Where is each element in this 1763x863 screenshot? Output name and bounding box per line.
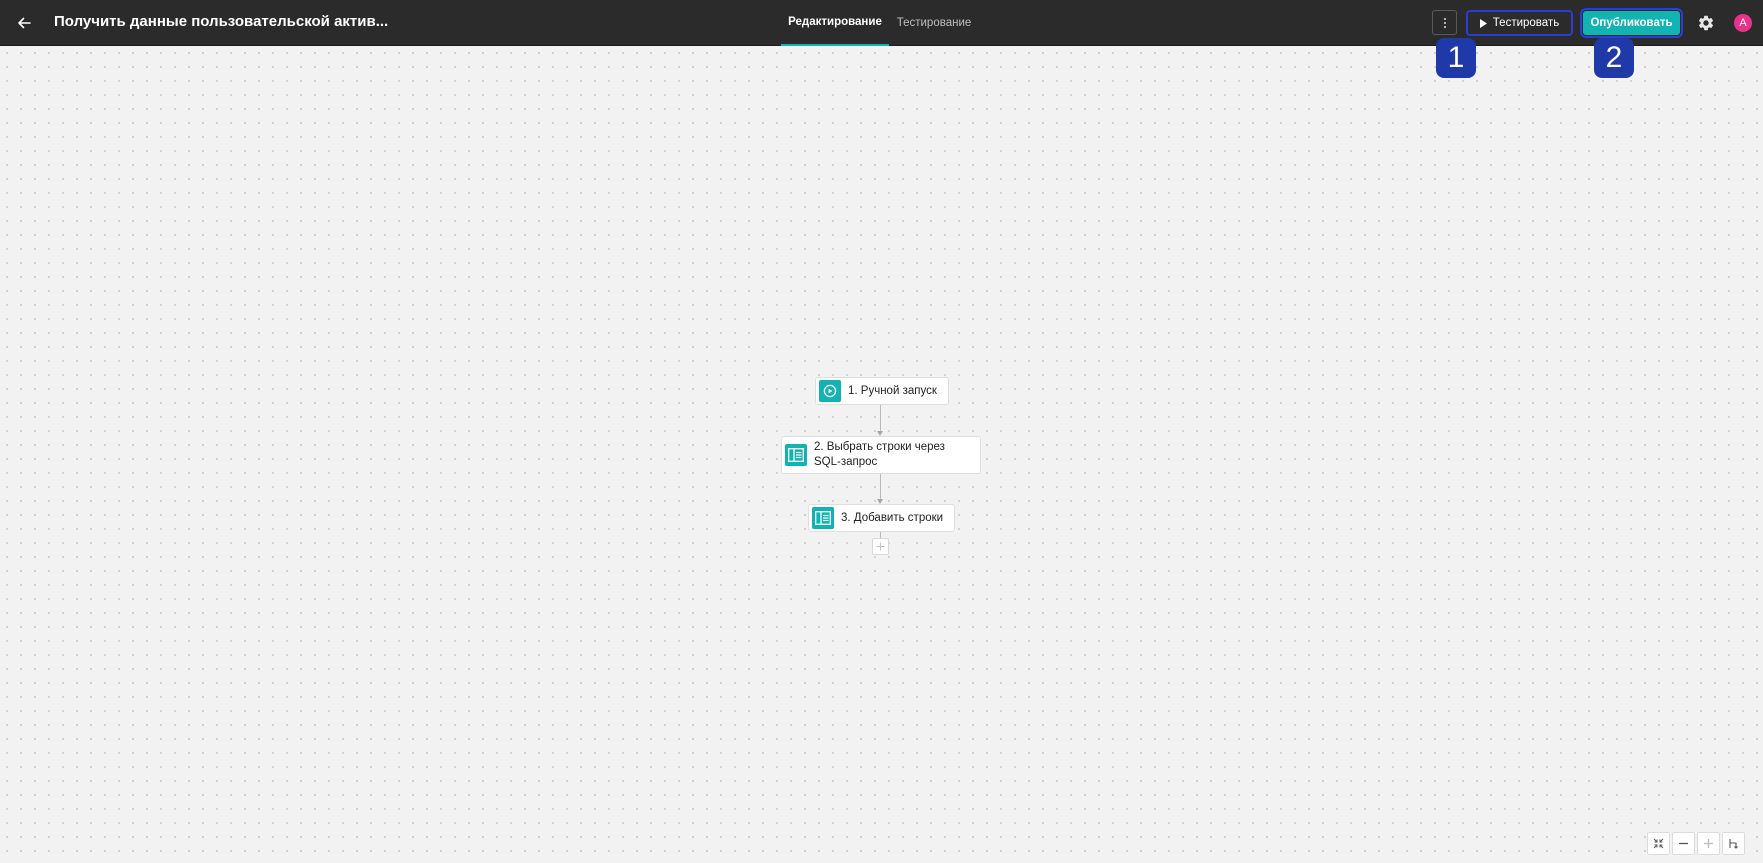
play-circle-icon bbox=[819, 380, 841, 402]
table-icon bbox=[785, 444, 807, 466]
node-label: 3. Добавить строки bbox=[841, 511, 944, 524]
connector-line bbox=[880, 405, 881, 432]
workflow-node-manual-trigger[interactable]: 1. Ручной запуск bbox=[815, 377, 949, 405]
tab-testing[interactable]: Тестирование bbox=[892, 0, 976, 46]
fit-view-icon bbox=[1653, 838, 1664, 849]
test-button-label: Тестировать bbox=[1492, 17, 1560, 29]
zoom-controls bbox=[1647, 832, 1745, 855]
add-step-button[interactable] bbox=[872, 538, 889, 555]
workflow-node-add-rows[interactable]: 3. Добавить строки bbox=[808, 504, 955, 532]
arrow-left-icon bbox=[18, 17, 31, 29]
zoom-out-icon bbox=[1679, 842, 1688, 845]
auto-layout-button[interactable] bbox=[1722, 832, 1745, 855]
play-icon bbox=[1479, 18, 1487, 28]
node-label: 1. Ручной запуск bbox=[848, 384, 937, 397]
top-bar: Получить данные пользовательской актив..… bbox=[0, 0, 1763, 46]
table-icon bbox=[812, 507, 834, 529]
avatar[interactable]: A bbox=[1734, 14, 1752, 32]
zoom-in-button[interactable] bbox=[1697, 832, 1720, 855]
annotation-badge-1: 1 bbox=[1436, 38, 1476, 78]
annotation-badge-2: 2 bbox=[1594, 38, 1634, 78]
workflow-title: Получить данные пользовательской актив..… bbox=[54, 13, 389, 30]
more-options-button[interactable] bbox=[1432, 10, 1457, 35]
test-button[interactable]: Тестировать bbox=[1466, 10, 1573, 36]
publish-button[interactable]: Опубликовать bbox=[1580, 8, 1683, 38]
fit-view-button[interactable] bbox=[1647, 832, 1670, 855]
more-vertical-icon bbox=[1443, 17, 1446, 28]
node-label: 2. Выбрать строки через SQL-запрос bbox=[814, 441, 945, 468]
plus-icon bbox=[876, 542, 885, 551]
zoom-in-icon bbox=[1704, 839, 1713, 848]
layout-icon bbox=[1729, 839, 1738, 849]
tab-editing[interactable]: Редактирование bbox=[781, 0, 889, 46]
connector-line bbox=[880, 474, 881, 500]
settings-button[interactable] bbox=[1694, 11, 1718, 35]
gear-icon bbox=[1699, 15, 1714, 31]
back-button[interactable] bbox=[10, 9, 38, 37]
zoom-out-button[interactable] bbox=[1672, 832, 1695, 855]
workflow-node-sql-select[interactable]: 2. Выбрать строки через SQL-запрос bbox=[781, 436, 981, 474]
